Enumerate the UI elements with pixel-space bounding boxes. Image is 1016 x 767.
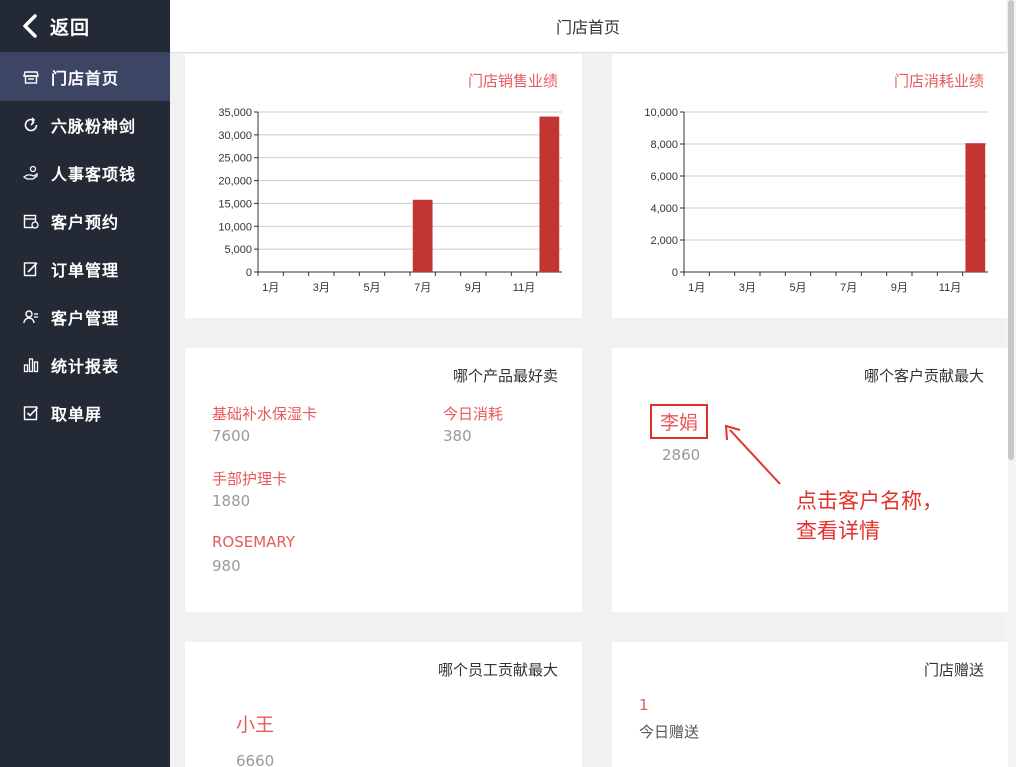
sidebar-item-customers[interactable]: 客户管理: [0, 293, 170, 341]
top-staff-name-link[interactable]: 小王: [236, 710, 274, 737]
y-tick-label: 35,000: [218, 107, 252, 119]
annotation-line: 查看详情: [796, 519, 880, 543]
annotation-note: 点击客户名称， 查看详情: [796, 486, 943, 546]
consumption-chart-card: 门店消耗业绩 0 2,000 4,000 6,000 8,000 10,000 1月 3月 5月…: [612, 54, 1008, 318]
x-tick-label: 5月: [363, 282, 380, 294]
sales-bar-chart: 0 5,000 10,000 15,000 20,000 25,000 30,000 35,0…: [218, 107, 562, 294]
best-products-card: 哪个产品最好卖 基础补水保湿卡 7600 今日消耗 380 手部护理卡 1880…: [185, 348, 582, 612]
top-staff-title: 哪个员工贡献最大: [437, 661, 558, 679]
bar: [412, 199, 433, 272]
x-tick-label: 7月: [414, 282, 431, 294]
top-customer-value: 2860: [662, 446, 701, 464]
sidebar-item-orders[interactable]: 订单管理: [0, 245, 170, 293]
back-button[interactable]: 返回: [0, 0, 170, 53]
sidebar-item-appointment[interactable]: 客户预约: [0, 197, 170, 245]
bar-chart-icon: [22, 356, 40, 374]
x-tick-label: 1月: [688, 282, 705, 294]
y-tick-label: 4,000: [650, 203, 678, 215]
gift-count: 1: [639, 696, 649, 714]
sales-chart-card: 门店销售业绩 0 5,000 10,000 15,000 20,000 25,000 30,…: [185, 54, 582, 318]
x-tick-label: 7月: [840, 282, 857, 294]
edit-document-icon: [22, 260, 40, 278]
x-tick-label: 1月: [262, 282, 279, 294]
consumption-bar-chart: 0 2,000 4,000 6,000 8,000 10,000 1月 3月 5月 7月 9月 11月: [644, 107, 988, 294]
sidebar-item-label: 订单管理: [51, 261, 120, 280]
annotation-line: 点击客户名称，: [796, 489, 943, 513]
y-tick-label: 10,000: [218, 221, 252, 233]
sidebar-item-pickup-screen[interactable]: 取单屏: [0, 389, 170, 437]
checkbox-icon: [22, 404, 40, 422]
y-tick-label: 25,000: [218, 153, 252, 165]
y-tick-label: 0: [672, 267, 678, 279]
scrollbar-thumb[interactable]: [1008, 0, 1014, 460]
product-name[interactable]: 今日消耗: [443, 403, 503, 424]
user-list-icon: [22, 308, 40, 326]
store-gift-card: 门店赠送 1 今日赠送: [612, 642, 1008, 767]
product-name[interactable]: 手部护理卡: [212, 468, 287, 489]
sidebar-item-store-home[interactable]: 门店首页: [0, 53, 170, 101]
y-tick-label: 6,000: [650, 171, 678, 183]
product-value: 980: [212, 557, 241, 575]
bar: [965, 143, 986, 272]
page-title: 门店首页: [555, 18, 620, 37]
sidebar-item-label: 客户预约: [51, 213, 120, 232]
sidebar-item-label: 人事客项钱: [51, 165, 137, 184]
chevron-left-icon: [23, 14, 37, 38]
x-tick-label: 5月: [789, 282, 806, 294]
top-customer-card: 哪个客户贡献最大 李娟 2860 点击客户名称， 查看详情: [612, 348, 1008, 612]
page-header: 门店首页: [170, 0, 1006, 53]
sidebar-item-label: 门店首页: [51, 69, 120, 88]
sidebar-item-label: 取单屏: [51, 405, 103, 424]
sidebar-item-label: 客户管理: [51, 309, 120, 328]
best-products-title: 哪个产品最好卖: [452, 367, 558, 385]
x-tick-label: 3月: [313, 282, 330, 294]
back-label: 返回: [50, 16, 91, 39]
x-tick-label: 9月: [891, 282, 908, 294]
hand-coin-icon: [22, 164, 40, 182]
sidebar: 返回 门店首页 六脉粉神剑 人事客项钱 客户预约 订单管理 客户管理 统计报表 …: [0, 0, 170, 767]
sidebar-item-reports[interactable]: 统计报表: [0, 341, 170, 389]
x-tick-label: 11月: [513, 282, 535, 294]
y-tick-label: 30,000: [218, 130, 252, 142]
refresh-icon: [22, 116, 40, 134]
y-tick-label: 8,000: [650, 139, 678, 151]
annotation-arrow-icon: [724, 424, 781, 485]
store-gift-title: 门店赠送: [923, 661, 984, 679]
sidebar-item-label: 统计报表: [51, 357, 120, 376]
sidebar-item-label: 六脉粉神剑: [51, 117, 137, 136]
store-icon: [22, 68, 40, 86]
product-name[interactable]: 基础补水保湿卡: [212, 403, 317, 424]
y-tick-label: 0: [246, 267, 252, 279]
y-tick-label: 5,000: [224, 244, 252, 256]
product-name[interactable]: ROSEMARY: [212, 533, 295, 551]
top-staff-card: 哪个员工贡献最大 小王 6660: [185, 642, 582, 767]
y-tick-label: 20,000: [218, 176, 252, 188]
x-tick-label: 11月: [939, 282, 961, 294]
x-tick-label: 3月: [739, 282, 756, 294]
top-customer-name-link[interactable]: 李娟: [650, 404, 709, 439]
product-value: 7600: [212, 427, 251, 445]
y-tick-label: 2,000: [650, 235, 678, 247]
calendar-icon: [22, 212, 40, 230]
x-tick-label: 9月: [465, 282, 482, 294]
y-tick-label: 15,000: [218, 198, 252, 210]
bar: [539, 116, 560, 272]
sidebar-item-personnel[interactable]: 人事客项钱: [0, 149, 170, 197]
sidebar-item-sword[interactable]: 六脉粉神剑: [0, 101, 170, 149]
gift-label: 今日赠送: [639, 723, 700, 741]
product-value: 1880: [212, 492, 251, 510]
top-staff-value: 6660: [236, 752, 275, 767]
product-value: 380: [443, 427, 472, 445]
y-tick-label: 10,000: [644, 107, 678, 119]
top-customer-title: 哪个客户贡献最大: [863, 367, 984, 385]
